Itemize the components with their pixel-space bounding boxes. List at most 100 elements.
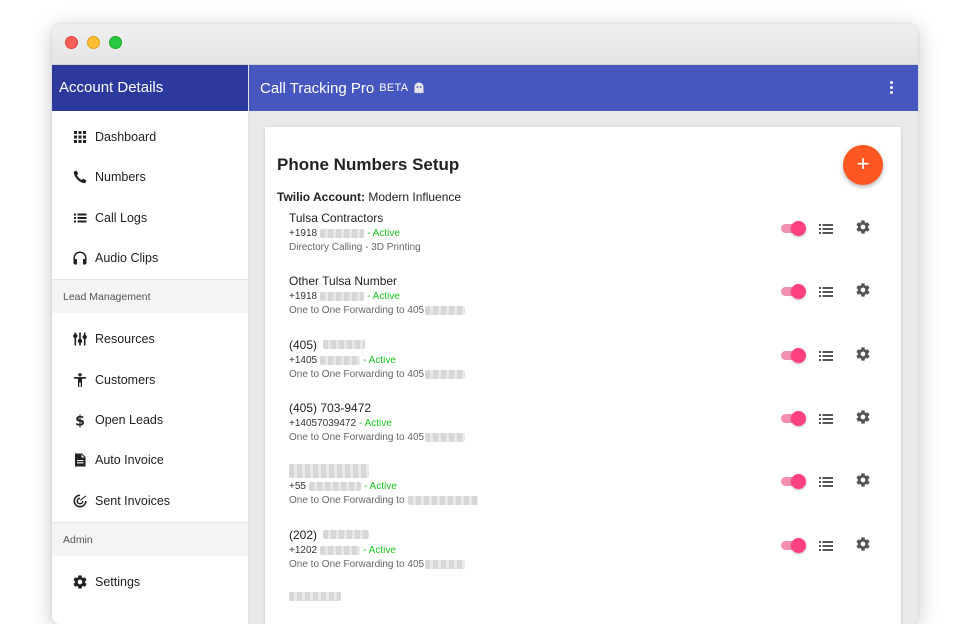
more-options-icon[interactable] bbox=[890, 81, 894, 95]
number-row: (202) +1202 - Active One to One Forwardin… bbox=[289, 527, 889, 583]
number-value: +1918 bbox=[289, 291, 318, 302]
sidebar-item-label: Dashboard bbox=[95, 130, 157, 145]
number-name: (405) bbox=[289, 337, 318, 352]
gear-icon[interactable] bbox=[855, 409, 871, 425]
number-value: +1405 bbox=[289, 355, 318, 366]
main-content: Call Tracking Pro BETA Phone Numbers Set… bbox=[249, 65, 918, 624]
active-toggle[interactable] bbox=[780, 347, 806, 363]
sidebar-item-label: Sent Invoices bbox=[95, 493, 171, 508]
sidebar-item-label: Numbers bbox=[95, 170, 146, 185]
close-window-button[interactable] bbox=[65, 36, 78, 49]
beta-badge: BETA bbox=[379, 82, 409, 94]
sidebar-item-dashboard[interactable]: Dashboard bbox=[52, 117, 248, 157]
sidebar-item-customers[interactable]: Customers bbox=[52, 359, 248, 399]
list-icon[interactable] bbox=[819, 475, 833, 487]
active-toggle[interactable] bbox=[780, 473, 806, 489]
sidebar-item-audio-clips[interactable]: Audio Clips bbox=[52, 238, 248, 278]
redacted-block bbox=[323, 530, 370, 539]
sidebar-item-label: Resources bbox=[95, 332, 155, 347]
minimize-window-button[interactable] bbox=[87, 36, 100, 49]
redacted-block bbox=[425, 560, 466, 569]
number-description: One to One Forwarding to 405 bbox=[289, 432, 425, 443]
number-name: Other Tulsa Number bbox=[289, 273, 398, 288]
number-description: Directory Calling - 3D Printing bbox=[289, 242, 421, 253]
person-icon bbox=[71, 371, 89, 389]
sidebar-title: Account Details bbox=[52, 65, 248, 111]
redacted-block bbox=[320, 292, 365, 301]
number-description: One to One Forwarding to 405 bbox=[289, 369, 425, 380]
sidebar-item-auto-invoice[interactable]: Auto Invoice bbox=[52, 440, 248, 480]
sidebar-item-numbers[interactable]: Numbers bbox=[52, 157, 248, 197]
number-description: One to One Forwarding to 405 bbox=[289, 305, 425, 316]
number-value: +1202 bbox=[289, 545, 318, 556]
grid-icon bbox=[71, 128, 89, 146]
redacted-block bbox=[308, 482, 361, 491]
number-name: Tulsa Contractors bbox=[289, 210, 384, 225]
twilio-account: Twilio Account: Modern Influence bbox=[277, 190, 461, 204]
status-badge: - Active bbox=[359, 418, 392, 429]
gear-icon[interactable] bbox=[855, 472, 871, 488]
headphones-icon bbox=[71, 249, 89, 267]
sidebar: Account Details Dashboard Numbers Call L… bbox=[52, 65, 249, 624]
gear-icon[interactable] bbox=[855, 282, 871, 298]
number-name: (202) bbox=[289, 527, 318, 542]
app-title: Call Tracking Pro bbox=[260, 79, 375, 97]
number-value: +1918 bbox=[289, 228, 318, 239]
number-row: (405) 703-9472 +14057039472- Active One … bbox=[289, 400, 889, 456]
number-value: +14057039472 bbox=[289, 418, 357, 429]
redacted-block bbox=[320, 546, 361, 555]
card-title: Phone Numbers Setup bbox=[277, 155, 460, 174]
sidebar-item-call-logs[interactable]: Call Logs bbox=[52, 198, 248, 238]
gear-icon[interactable] bbox=[855, 346, 871, 362]
gear-icon[interactable] bbox=[855, 536, 871, 552]
redacted-block bbox=[289, 592, 341, 601]
list-icon[interactable] bbox=[819, 285, 833, 297]
number-row: (405) +1405 - Active One to One Forwardin… bbox=[289, 337, 889, 393]
sidebar-item-resources[interactable]: Resources bbox=[52, 319, 248, 359]
phone-numbers-card: Phone Numbers Setup + Twilio Account: Mo… bbox=[265, 127, 901, 624]
app-bar: Call Tracking Pro BETA bbox=[249, 65, 918, 111]
number-value: +55 bbox=[289, 481, 306, 492]
gear-icon bbox=[71, 573, 89, 591]
sidebar-item-sent-invoices[interactable]: Sent Invoices bbox=[52, 480, 248, 520]
number-description: One to One Forwarding to 405 bbox=[289, 559, 425, 570]
number-name: (405) 703-9472 bbox=[289, 400, 372, 415]
app-window: Account Details Dashboard Numbers Call L… bbox=[52, 24, 918, 624]
active-toggle[interactable] bbox=[780, 410, 806, 426]
status-badge: - Active bbox=[363, 481, 397, 492]
status-badge: - Active bbox=[367, 228, 400, 239]
phone-icon bbox=[71, 168, 89, 186]
active-toggle[interactable] bbox=[780, 220, 806, 236]
list-icon[interactable] bbox=[819, 412, 833, 424]
redacted-block bbox=[407, 496, 478, 505]
section-admin: Admin bbox=[52, 521, 248, 556]
sidebar-item-open-leads[interactable]: $ Open Leads bbox=[52, 400, 248, 440]
sidebar-item-label: Settings bbox=[95, 574, 141, 589]
number-row bbox=[289, 589, 889, 624]
section-lead-management: Lead Management bbox=[52, 279, 248, 314]
gear-icon[interactable] bbox=[855, 219, 871, 235]
redacted-block bbox=[425, 306, 466, 315]
track-icon bbox=[71, 492, 89, 510]
window-titlebar bbox=[52, 24, 918, 65]
list-icon bbox=[71, 209, 89, 227]
redacted-block bbox=[320, 229, 365, 238]
list-icon[interactable] bbox=[819, 349, 833, 361]
dollar-icon: $ bbox=[71, 411, 89, 429]
add-number-button[interactable]: + bbox=[843, 145, 883, 185]
sidebar-item-label: Open Leads bbox=[95, 412, 164, 427]
list-icon[interactable] bbox=[819, 539, 833, 551]
ghost-icon bbox=[412, 81, 426, 95]
number-row: +55 - Active One to One Forwarding to bbox=[289, 463, 889, 519]
redacted-block bbox=[323, 340, 366, 349]
maximize-window-button[interactable] bbox=[109, 36, 122, 49]
sidebar-item-settings[interactable]: Settings bbox=[52, 562, 248, 602]
active-toggle[interactable] bbox=[780, 283, 806, 299]
redacted-block bbox=[425, 370, 466, 379]
document-icon bbox=[71, 451, 89, 469]
list-icon[interactable] bbox=[819, 222, 833, 234]
redacted-block bbox=[289, 463, 369, 478]
sliders-icon bbox=[71, 330, 89, 348]
sidebar-item-label: Audio Clips bbox=[95, 251, 159, 266]
active-toggle[interactable] bbox=[780, 537, 806, 553]
